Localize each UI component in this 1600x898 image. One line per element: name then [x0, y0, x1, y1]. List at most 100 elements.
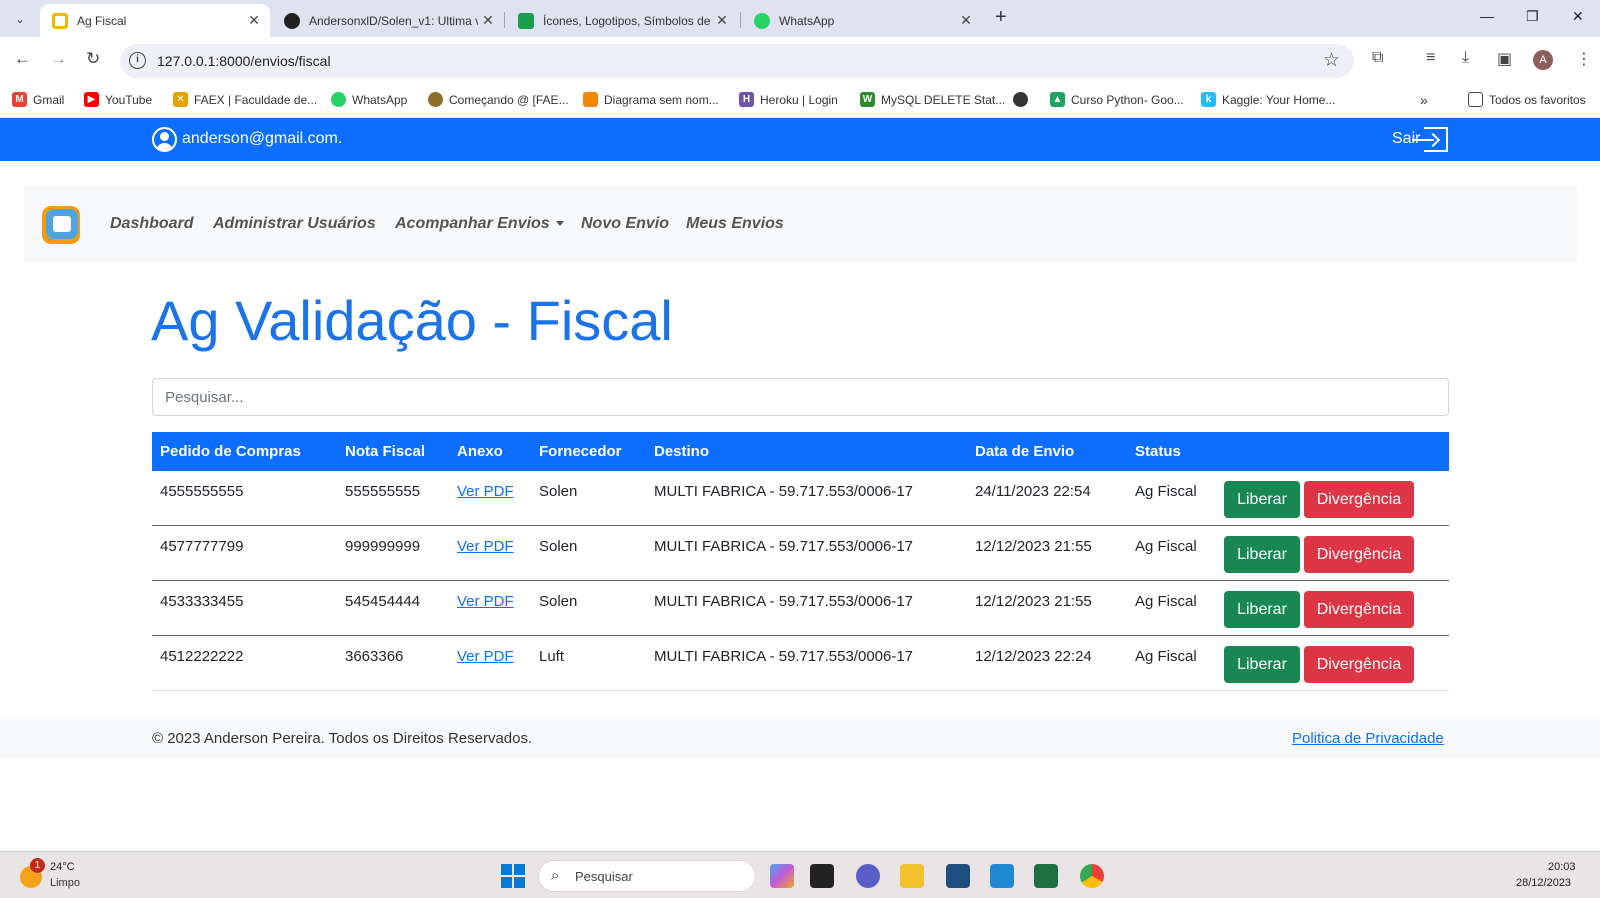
user-avatar-icon — [152, 127, 177, 152]
tab-favicon-icon — [52, 12, 68, 29]
nav-novo-envio[interactable]: Novo Envio — [581, 215, 669, 233]
bookmark-youtube[interactable]: ▶ YouTube — [84, 92, 152, 107]
tab-whatsapp[interactable]: WhatsApp ✕ — [742, 4, 982, 37]
weather-condition[interactable]: Limpo — [50, 877, 80, 889]
side-panel-icon[interactable]: ▣ — [1497, 49, 1512, 69]
tab-github[interactable]: AndersonxlD/Solen_v1: Ultima v ✕ — [272, 4, 504, 37]
task-view-icon[interactable] — [810, 864, 834, 888]
reload-icon[interactable]: ↻ — [86, 49, 100, 69]
bookmark-whatsapp[interactable]: WhatsApp — [331, 92, 407, 107]
cell-status: Ag Fiscal — [1135, 648, 1197, 665]
clock-time[interactable]: 20:03 — [1548, 861, 1576, 873]
excel-icon[interactable] — [1034, 864, 1058, 888]
search-icon: ⌕ — [551, 867, 560, 884]
liberar-button[interactable]: Liberar — [1224, 646, 1300, 683]
weather-temperature[interactable]: 24°C — [50, 861, 75, 873]
close-tab-icon[interactable]: ✕ — [244, 12, 264, 29]
tab-ag-fiscal[interactable]: Ag Fiscal ✕ — [40, 4, 270, 37]
w3schools-icon: W — [860, 92, 875, 107]
nav-administrar-usuarios[interactable]: Administrar Usuários — [213, 215, 376, 233]
close-tab-icon[interactable]: ✕ — [712, 12, 732, 29]
liberar-button[interactable]: Liberar — [1224, 481, 1300, 518]
nav-meus-envios[interactable]: Meus Envios — [686, 215, 784, 233]
ver-pdf-link[interactable]: Ver PDF — [457, 593, 514, 610]
bookmark-star-icon[interactable]: ☆ — [1323, 49, 1340, 72]
col-destino: Destino — [654, 443, 710, 460]
ver-pdf-link[interactable]: Ver PDF — [457, 483, 514, 500]
os-taskbar: 1 24°C Limpo ⌕ Pesquisar 20:03 28/12/202… — [0, 851, 1600, 898]
col-fornecedor: Fornecedor — [539, 443, 622, 460]
main-navbar: Dashboard Administrar Usuários Acompanha… — [24, 186, 1577, 262]
url-text[interactable]: 127.0.0.1:8000/envios/fiscal — [157, 53, 331, 69]
back-arrow-icon[interactable]: ← — [14, 49, 31, 69]
bookmark-faex[interactable]: ✕ FAEX | Faculdade de... — [173, 92, 317, 107]
ver-pdf-link[interactable]: Ver PDF — [457, 538, 514, 555]
forward-arrow-icon[interactable]: → — [50, 49, 67, 69]
vscode-icon[interactable] — [990, 864, 1014, 888]
all-bookmarks[interactable]: Todos os favoritos — [1468, 92, 1586, 107]
bookmark-diagrama[interactable]: Diagrama sem nom... — [583, 92, 719, 107]
bookmark-comecando[interactable]: Começando @ [FAE... — [428, 92, 569, 107]
cell-destino: MULTI FABRICA - 59.717.553/0006-17 — [654, 593, 914, 610]
clock-date[interactable]: 28/12/2023 — [1516, 877, 1571, 889]
nav-dashboard[interactable]: Dashboard — [110, 215, 194, 233]
bookmark-mysql[interactable]: W MySQL DELETE Stat... — [860, 92, 1005, 107]
copilot-icon[interactable] — [770, 864, 794, 888]
ver-pdf-link[interactable]: Ver PDF — [457, 648, 514, 665]
divergencia-button[interactable]: Divergência — [1304, 646, 1414, 683]
cell-nota-fiscal: 999999999 — [345, 538, 421, 555]
cell-destino: MULTI FABRICA - 59.717.553/0006-17 — [654, 648, 914, 665]
omnibox[interactable]: i 127.0.0.1:8000/envios/fiscal ☆ — [120, 44, 1354, 78]
divergencia-button[interactable]: Divergência — [1304, 536, 1414, 573]
bookmark-globe[interactable] — [1013, 92, 1034, 107]
taskbar-search[interactable]: ⌕ Pesquisar — [538, 860, 756, 892]
app-logo-icon[interactable] — [42, 206, 80, 244]
cell-fornecedor: Solen — [539, 538, 578, 555]
liberar-button[interactable]: Liberar — [1224, 536, 1300, 573]
dropdown-caret-icon — [555, 221, 564, 227]
download-icon[interactable]: ⤓ — [1462, 49, 1469, 67]
cell-destino: MULTI FABRICA - 59.717.553/0006-17 — [654, 483, 914, 500]
cell-nota-fiscal: 3663366 — [345, 648, 404, 665]
address-bar-row: ← → ↻ i 127.0.0.1:8000/envios/fiscal ☆ ⧉… — [0, 37, 1600, 84]
liberar-button[interactable]: Liberar — [1224, 591, 1300, 628]
extensions-puzzle-icon[interactable]: ⧉ — [1372, 49, 1383, 67]
nav-acompanhar-envios[interactable]: Acompanhar Envios — [395, 215, 564, 233]
new-tab-plus-icon[interactable]: + — [995, 6, 1007, 29]
more-bookmarks-chevron-icon[interactable]: » — [1420, 92, 1428, 108]
tab-icones[interactable]: Ícones, Logotipos, Símbolos de ✕ — [506, 4, 738, 37]
search-input[interactable] — [152, 378, 1449, 416]
logout-icon[interactable] — [1412, 127, 1448, 152]
cell-data-envio: 12/12/2023 21:55 — [975, 593, 1092, 610]
close-tab-icon[interactable]: ✕ — [478, 12, 498, 29]
cell-fornecedor: Luft — [539, 648, 565, 665]
chrome-icon[interactable] — [1080, 864, 1104, 888]
table-header: Pedido de Compras Nota Fiscal Anexo Forn… — [152, 432, 1449, 471]
cell-fornecedor: Solen — [539, 483, 578, 500]
media-queue-icon[interactable]: ≡ — [1426, 49, 1435, 67]
tab-search-chevron-icon[interactable]: ⌄ — [8, 7, 32, 31]
table-row: 4512222222 3663366 Ver PDF Luft MULTI FA… — [152, 636, 1449, 691]
privacy-policy-link[interactable]: Politica de Privacidade — [1292, 730, 1444, 747]
bookmark-curso-python[interactable]: ▲ Curso Python- Goo... — [1050, 92, 1184, 107]
profile-avatar[interactable]: A — [1533, 50, 1553, 70]
bookmark-heroku[interactable]: H Heroku | Login — [739, 92, 838, 107]
youtube-icon: ▶ — [84, 92, 99, 107]
divergencia-button[interactable]: Divergência — [1304, 591, 1414, 628]
close-window-icon[interactable]: ✕ — [1572, 8, 1584, 25]
divergencia-button[interactable]: Divergência — [1304, 481, 1414, 518]
kebab-menu-icon[interactable]: ⋮ — [1576, 49, 1592, 69]
bookmark-kaggle[interactable]: k Kaggle: Your Home... — [1201, 92, 1335, 107]
faex-icon: ✕ — [173, 92, 188, 107]
cell-destino: MULTI FABRICA - 59.717.553/0006-17 — [654, 538, 914, 555]
close-tab-icon[interactable]: ✕ — [956, 12, 976, 29]
col-nota-fiscal: Nota Fiscal — [345, 443, 426, 460]
bookmark-gmail[interactable]: M Gmail — [12, 92, 64, 107]
windows-start-icon[interactable] — [501, 864, 525, 888]
mysql-workbench-icon[interactable] — [946, 864, 970, 888]
restore-icon[interactable]: ❐ — [1526, 8, 1539, 25]
site-info-icon[interactable]: i — [129, 52, 146, 69]
teams-chat-icon[interactable] — [856, 864, 880, 888]
minimize-icon[interactable]: — — [1480, 8, 1494, 24]
file-explorer-icon[interactable] — [900, 864, 924, 888]
